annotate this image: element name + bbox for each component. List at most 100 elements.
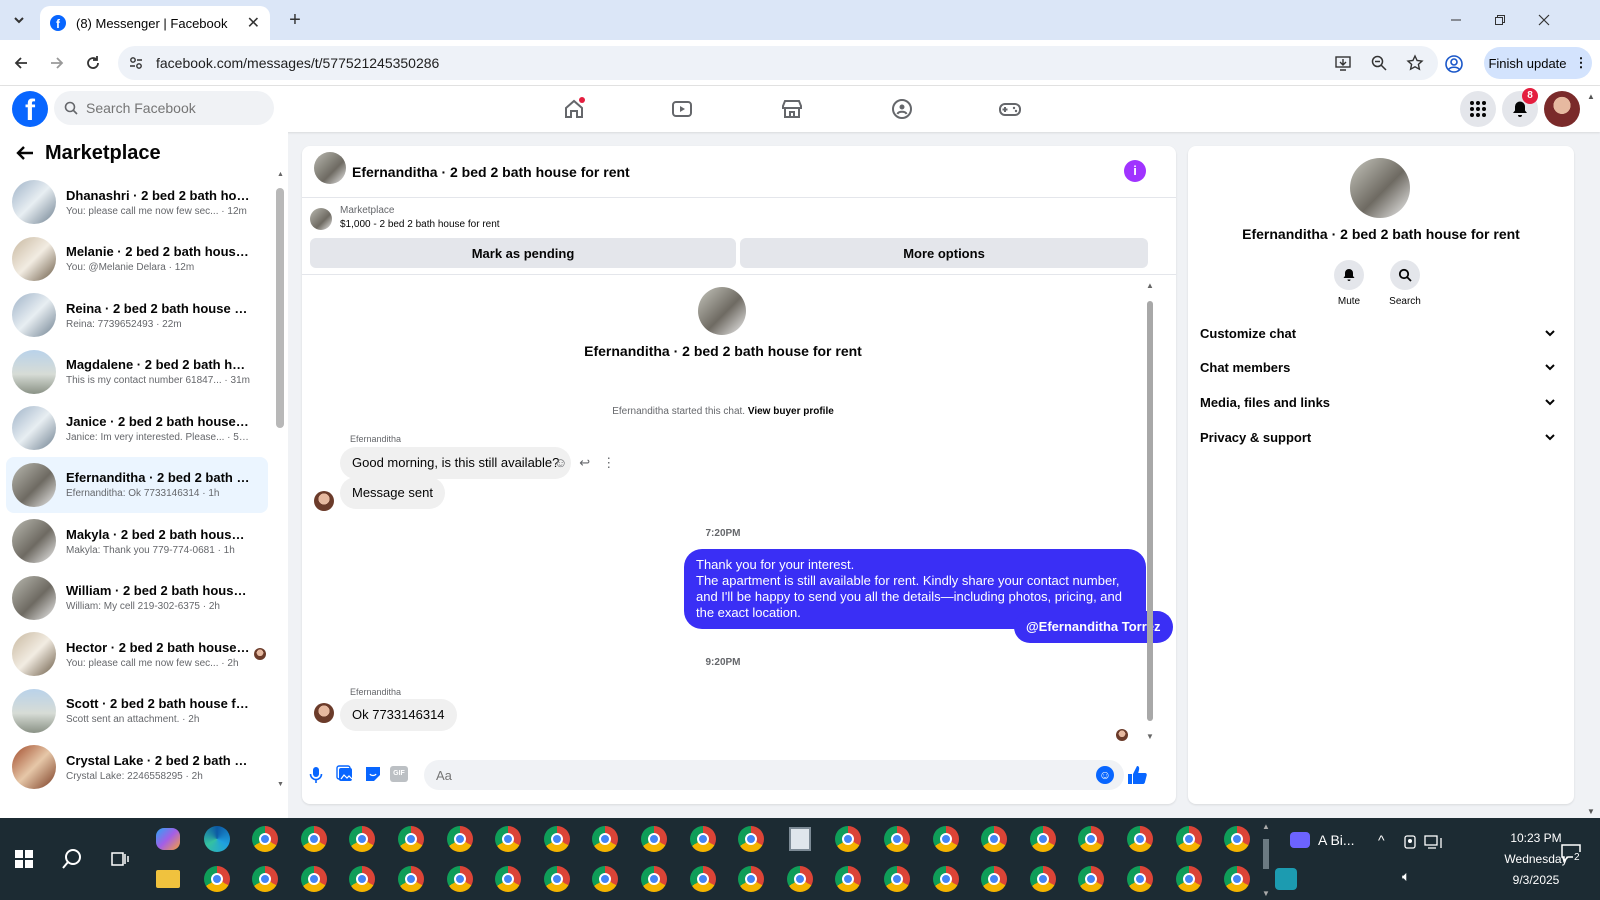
close-window-button[interactable]	[1524, 6, 1564, 34]
chrome-taskbar-button[interactable]	[634, 860, 674, 898]
conversation-item[interactable]: William · 2 bed 2 bath house fo... Willia…	[6, 570, 268, 626]
nav-video[interactable]	[652, 90, 712, 128]
meet-icon[interactable]	[1402, 834, 1418, 850]
chrome-taskbar-button[interactable]	[877, 820, 917, 858]
conversation-item[interactable]: Crystal Lake · 2 bed 2 bath hous... Cryst…	[6, 739, 268, 795]
chrome-taskbar-button[interactable]	[294, 860, 334, 898]
chrome-taskbar-button[interactable]	[440, 820, 480, 858]
zoom-app-button[interactable]: A Bi...	[1290, 832, 1355, 848]
page-scrollbar[interactable]: ▲ ▼	[1586, 92, 1596, 816]
chat-title[interactable]: Efernanditha · 2 bed 2 bath house for re…	[352, 164, 630, 180]
conversation-item[interactable]: Makyla · 2 bed 2 bath house for... Makyla…	[6, 513, 268, 569]
nav-marketplace[interactable]	[762, 90, 822, 128]
chrome-taskbar-button[interactable]	[1023, 860, 1063, 898]
taskbar-scroll[interactable]: ▲ ▼	[1262, 822, 1270, 898]
react-icon[interactable]: ☺	[554, 455, 567, 471]
chrome-taskbar-button[interactable]	[1023, 820, 1063, 858]
conversation-item[interactable]: Hector · 2 bed 2 bath house f... You: ple…	[6, 626, 268, 682]
chrome-taskbar-button[interactable]	[780, 860, 820, 898]
tray-chevron-up-icon[interactable]: ^	[1378, 832, 1385, 848]
reload-button[interactable]	[80, 50, 106, 76]
finish-update-button[interactable]: Finish update ⋮	[1484, 47, 1592, 79]
facebook-logo-icon[interactable]: f	[12, 91, 48, 127]
app-taskbar-button[interactable]	[780, 820, 820, 858]
site-settings-icon[interactable]	[128, 55, 144, 71]
volume-icon[interactable]: 🔈︎	[1402, 868, 1410, 885]
chrome-taskbar-button[interactable]	[877, 860, 917, 898]
chrome-taskbar-button[interactable]	[634, 820, 674, 858]
conversation-item[interactable]: Dhanashri · 2 bed 2 bath house ... You: p…	[6, 174, 268, 230]
url-text[interactable]: facebook.com/messages/t/577521245350286	[156, 55, 439, 71]
search-in-chat-button[interactable]: Search	[1375, 260, 1435, 307]
chat-members-section[interactable]: Chat members	[1200, 352, 1562, 382]
conversation-item[interactable]: Efernanditha · 2 bed 2 bath hou... Eferna…	[6, 456, 268, 513]
listing-row[interactable]: Marketplace $1,000 - 2 bed 2 bath house …	[310, 204, 1170, 234]
microphone-icon[interactable]	[308, 766, 324, 784]
zoom-icon[interactable]	[1370, 54, 1388, 72]
conversation-item[interactable]: Melanie · 2 bed 2 bath house fo... You: @…	[6, 231, 268, 287]
bookmark-star-icon[interactable]	[1406, 54, 1424, 72]
menu-button[interactable]	[1460, 91, 1496, 127]
reply-icon[interactable]: ↩	[579, 455, 590, 471]
chrome-taskbar-button[interactable]	[294, 820, 334, 858]
incoming-message[interactable]: Message sent	[340, 477, 445, 509]
tab-search-button[interactable]	[6, 8, 32, 32]
photo-icon[interactable]	[336, 765, 354, 783]
chrome-taskbar-button[interactable]	[342, 860, 382, 898]
thumbs-up-icon[interactable]	[1126, 764, 1148, 786]
chat-scrollbar[interactable]: ▲ ▼	[1144, 281, 1156, 741]
install-app-icon[interactable]	[1334, 54, 1352, 72]
more-options-button[interactable]: More options	[740, 238, 1148, 268]
chrome-taskbar-button[interactable]	[1120, 860, 1160, 898]
facebook-search[interactable]	[54, 91, 274, 125]
minimize-button[interactable]	[1436, 6, 1476, 34]
network-icon[interactable]	[1424, 834, 1442, 850]
nav-groups[interactable]	[872, 90, 932, 128]
chrome-taskbar-button[interactable]	[828, 820, 868, 858]
sticker-icon[interactable]	[364, 765, 382, 783]
omnibox[interactable]: facebook.com/messages/t/577521245350286	[118, 46, 1438, 80]
windows-start-icon[interactable]	[4, 840, 44, 878]
customize-chat-section[interactable]: Customize chat	[1200, 318, 1562, 348]
edge-taskbar-button[interactable]	[197, 820, 237, 858]
chrome-taskbar-button[interactable]	[1169, 860, 1209, 898]
incoming-message[interactable]: Ok 7733146314	[340, 699, 457, 731]
chrome-taskbar-button[interactable]	[828, 860, 868, 898]
chrome-taskbar-button[interactable]	[731, 820, 771, 858]
chrome-taskbar-button[interactable]	[1071, 860, 1111, 898]
folder-taskbar-button[interactable]	[148, 860, 188, 898]
chrome-taskbar-button[interactable]	[1217, 820, 1257, 858]
conversation-item[interactable]: Scott · 2 bed 2 bath house for r... Scott…	[6, 683, 268, 739]
chrome-taskbar-button[interactable]	[974, 820, 1014, 858]
chrome-taskbar-button[interactable]	[391, 820, 431, 858]
restore-button[interactable]	[1480, 6, 1520, 34]
chrome-taskbar-button[interactable]	[1120, 820, 1160, 858]
app2-taskbar-button[interactable]	[1266, 860, 1306, 898]
scrollbar[interactable]: ▲ ▼	[276, 171, 284, 788]
chrome-taskbar-button[interactable]	[585, 820, 625, 858]
chrome-taskbar-button[interactable]	[197, 860, 237, 898]
chrome-taskbar-button[interactable]	[440, 860, 480, 898]
new-tab-button[interactable]: +	[282, 8, 308, 32]
chrome-taskbar-button[interactable]	[537, 860, 577, 898]
conversation-item[interactable]: Reina · 2 bed 2 bath house for r... Reina…	[6, 287, 268, 343]
incoming-message[interactable]: Good morning, is this still available?	[340, 447, 572, 479]
conversation-item[interactable]: Magdalene · 2 bed 2 bath hous... This is …	[6, 344, 268, 400]
nav-gaming[interactable]	[980, 90, 1040, 128]
back-button[interactable]	[8, 50, 34, 76]
back-arrow-icon[interactable]	[14, 142, 38, 166]
more-icon[interactable]: ⋮	[602, 455, 615, 471]
chrome-taskbar-button[interactable]	[926, 820, 966, 858]
media-files-links-section[interactable]: Media, files and links	[1200, 387, 1562, 417]
chrome-taskbar-button[interactable]	[537, 820, 577, 858]
mute-button[interactable]: Mute	[1319, 260, 1379, 307]
nav-home[interactable]	[544, 90, 604, 128]
mark-as-pending-button[interactable]: Mark as pending	[310, 238, 736, 268]
chrome-taskbar-button[interactable]	[1071, 820, 1111, 858]
chat-avatar[interactable]	[314, 152, 346, 184]
chrome-taskbar-button[interactable]	[488, 820, 528, 858]
facebook-search-input[interactable]	[86, 100, 256, 116]
emoji-icon[interactable]: ☺	[1096, 766, 1114, 784]
chrome-taskbar-button[interactable]	[1169, 820, 1209, 858]
chrome-taskbar-button[interactable]	[731, 860, 771, 898]
